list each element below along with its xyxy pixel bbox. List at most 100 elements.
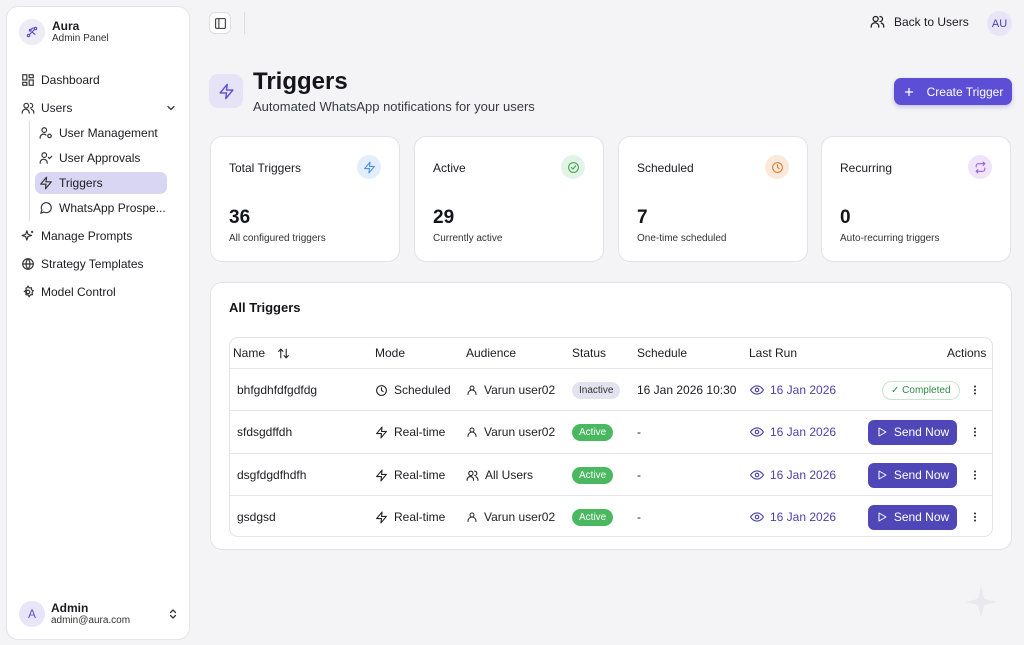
sidebar-item-user-management[interactable]: User Management [35,122,158,144]
chevron-down-icon[interactable] [165,102,177,114]
stat-value: 7 [637,207,648,228]
message-circle-icon [39,201,53,215]
eye-icon [750,510,764,524]
send-now-button[interactable]: Send Now [868,419,957,445]
mode-cell: Real-time [375,411,445,453]
user-email: admin@aura.com [51,614,131,626]
mode-label: Real-time [394,510,446,524]
send-now-button[interactable]: Send Now [868,504,957,530]
trigger-name: sfdsgdffdh [237,425,293,439]
sidebar: Aura Admin Panel Dashboard Users User Ma… [6,6,190,640]
trigger-name: bhfgdhfdfgdfdg [237,383,318,397]
schedule-cell: - [637,468,641,482]
trigger-name: gsdgsd [237,510,276,524]
back-to-users-label: Back to Users [894,14,969,29]
sparkles-icon [21,229,35,243]
user-icon [466,384,478,396]
mode-cell: Scheduled [375,369,451,411]
action-cell: Send Now [868,454,957,496]
users-icon [466,469,479,482]
table-row[interactable]: sfdsgdffdh Real-time Varun user02 Active… [230,410,992,453]
triggers-table-card: All Triggers Name Mode Audience Status S… [210,282,1012,550]
page-title: Triggers [253,68,348,95]
schedule-cell: - [637,510,641,524]
sidebar-item-strategy-templates[interactable]: Strategy Templates [17,253,144,275]
sidebar-item-label: Triggers [59,176,103,190]
sidebar-item-whatsapp-prospects[interactable]: WhatsApp Prospe... [35,197,166,219]
column-header-status: Status [572,346,607,360]
status-badge: Active [572,508,614,526]
user-name: Admin [51,600,89,615]
last-run-label: 16 Jan 2026 [770,425,837,439]
stat-description: One-time scheduled [637,233,727,244]
audience-cell: Varun user02 [466,369,555,411]
zap-icon [39,176,53,190]
more-options-icon[interactable] [969,496,981,536]
triggers-table: Name Mode Audience Status Schedule Last … [229,337,993,537]
sort-icon[interactable] [277,347,290,360]
trigger-name: dsgfdgdfhdfh [237,468,307,482]
sidebar-item-manage-prompts[interactable]: Manage Prompts [17,225,132,247]
send-now-button[interactable]: Send Now [868,462,957,488]
more-options-icon[interactable] [969,454,981,496]
send-now-label: Send Now [893,468,950,482]
topbar-divider [244,12,245,34]
page-subtitle: Automated WhatsApp notifications for you… [253,99,535,114]
user-menu[interactable]: A Admin admin@aura.com [19,601,179,627]
schedule-cell: 16 Jan 2026 10:30 [637,383,737,397]
action-cell: ✓ Completed [882,369,960,411]
zap-icon [375,426,388,439]
chevrons-up-down-icon [167,607,179,621]
plus-icon [903,86,915,98]
sidebar-item-label: Dashboard [41,73,100,87]
eye-icon [750,425,764,439]
sidebar-item-dashboard[interactable]: Dashboard [17,69,100,91]
stat-title: Active [433,161,466,175]
sidebar-item-model-control[interactable]: Model Control [17,281,116,303]
stat-card-recurring: Recurring 0 Auto-recurring triggers [821,136,1011,262]
column-header-name[interactable]: Name [233,346,290,360]
zap-icon [357,155,381,179]
grid-icon [21,73,35,87]
sidebar-toggle-button[interactable] [209,12,231,34]
mode-label: Real-time [394,468,446,482]
send-now-label: Send Now [893,510,950,524]
last-run-label: 16 Jan 2026 [770,383,837,397]
table-row[interactable]: dsgfdgdfhdfh Real-time All Users Active … [230,453,992,496]
send-now-label: Send Now [893,425,950,439]
table-row[interactable]: bhfgdhfdfgdfdg Scheduled Varun user02 In… [230,368,992,411]
status-badge: Inactive [572,381,621,399]
audience-label: Varun user02 [484,510,556,524]
submenu-divider [29,121,30,221]
column-header-label: Name [233,346,266,360]
stat-value: 29 [433,207,455,228]
stat-value: 0 [840,207,851,228]
avatar[interactable]: AU [987,11,1012,36]
sidebar-item-triggers[interactable]: Triggers [35,172,167,194]
mode-label: Scheduled [394,383,451,397]
sidebar-item-label: User Approvals [59,151,141,165]
mode-cell: Real-time [375,496,446,536]
more-options-icon[interactable] [969,411,981,453]
sidebar-item-users[interactable]: Users [17,97,72,119]
action-cell: Send Now [868,411,957,453]
eye-icon [750,468,764,482]
brand[interactable]: Aura Admin Panel [19,19,109,45]
audience-label: Varun user02 [484,425,556,439]
stat-description: All configured triggers [229,233,326,244]
table-title: All Triggers [229,300,301,315]
status-cell: Active [572,411,614,453]
stat-card-active: Active 29 Currently active [414,136,604,262]
create-trigger-button[interactable]: Create Trigger [894,78,1012,105]
user-cog-icon [39,126,53,140]
column-header-schedule: Schedule [637,346,688,360]
action-cell: Send Now [868,496,957,536]
sidebar-item-label: Manage Prompts [41,229,133,243]
back-to-users-button[interactable]: Back to Users [870,14,969,29]
schedule-cell: - [637,425,641,439]
status-cell: Inactive [572,369,621,411]
sidebar-item-user-approvals[interactable]: User Approvals [35,147,140,169]
table-row[interactable]: gsdgsd Real-time Varun user02 Active - 1… [230,495,992,536]
last-run-cell: 16 Jan 2026 [750,411,836,453]
more-options-icon[interactable] [969,369,981,411]
